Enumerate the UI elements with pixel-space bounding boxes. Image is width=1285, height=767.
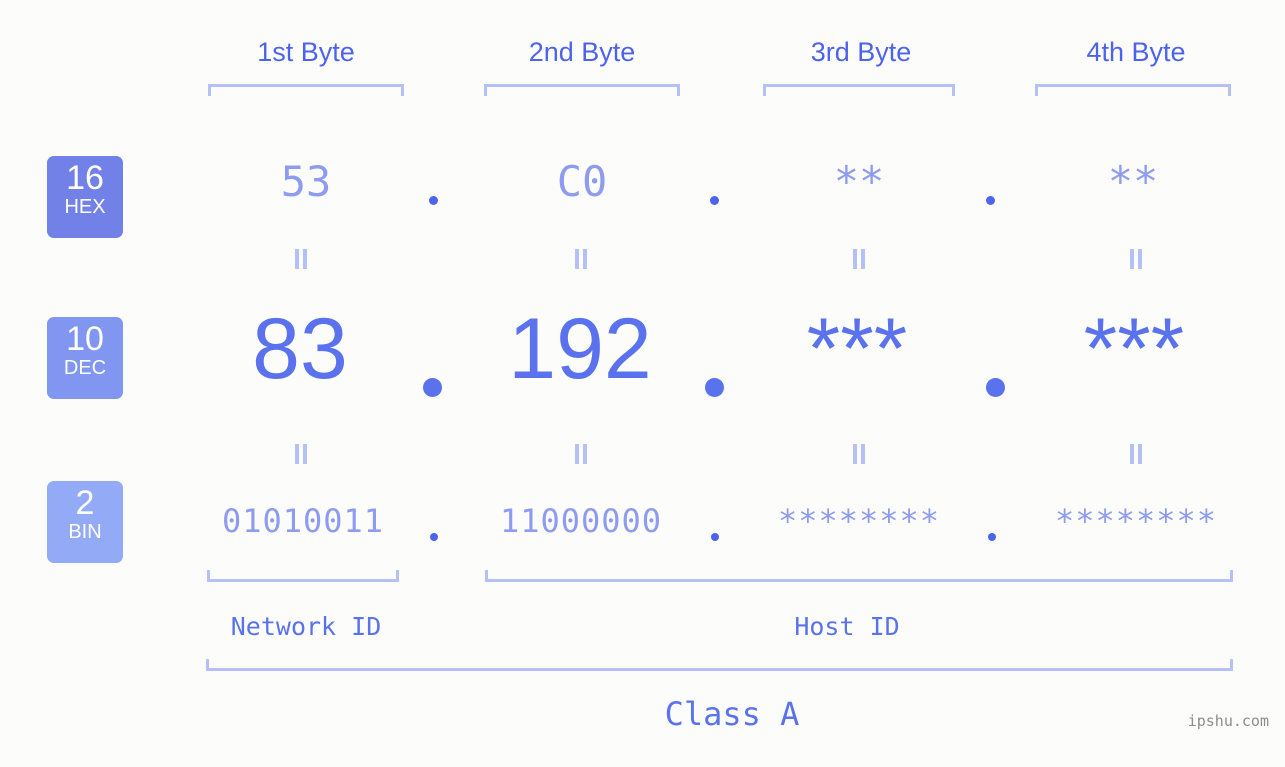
equals-symbol-hex-dec-4	[1128, 249, 1144, 269]
hex-byte-value-4: **	[1107, 157, 1159, 206]
byte-header-label-2: 2nd Byte	[528, 37, 636, 67]
byte-bracket-4	[1035, 84, 1231, 96]
dec-byte-value-3: ***	[806, 301, 908, 397]
dec-byte-value-2: 192	[508, 301, 652, 397]
byte-header-label-1: 1st Byte	[257, 37, 355, 67]
equals-symbol-hex-dec-1	[293, 249, 309, 269]
dec-separator-dot-1	[423, 378, 442, 397]
byte-header-label-4: 4th Byte	[1086, 37, 1186, 67]
bin-byte-value-3: ********	[777, 502, 941, 540]
dec-separator-dot-3	[986, 378, 1005, 397]
base-badge-bin-number: 2	[75, 484, 95, 522]
dec-byte-value-4: ***	[1083, 301, 1185, 397]
hex-separator-dot-3	[986, 196, 995, 205]
base-badge-dec: 10 DEC	[47, 317, 123, 399]
hex-separator-dot-2	[710, 196, 719, 205]
watermark: ipshu.com	[1187, 712, 1269, 730]
hex-byte-value-2: C0	[556, 157, 608, 206]
bin-byte-value-4: ********	[1054, 502, 1218, 540]
equals-symbol-dec-bin-1	[293, 444, 309, 464]
dec-byte-value-1: 83	[252, 301, 348, 397]
equals-symbol-dec-bin-2	[573, 444, 589, 464]
equals-symbol-dec-bin-4	[1128, 444, 1144, 464]
byte-bracket-2	[484, 84, 680, 96]
host-id-label: Host ID	[794, 612, 900, 641]
bin-byte-value-2: 11000000	[499, 502, 663, 540]
base-badge-bin-abbr: BIN	[68, 521, 102, 543]
dec-separator-dot-2	[705, 378, 724, 397]
bin-separator-dot-3	[988, 533, 996, 541]
hex-byte-value-1: 53	[280, 157, 332, 206]
hex-byte-value-3: **	[833, 157, 885, 206]
byte-header-label-3: 3rd Byte	[810, 37, 912, 67]
bin-separator-dot-1	[430, 533, 438, 541]
base-badge-hex-number: 16	[66, 159, 104, 197]
base-badge-dec-number: 10	[66, 320, 104, 358]
bin-separator-dot-2	[711, 533, 719, 541]
host-id-bracket	[485, 570, 1233, 582]
equals-symbol-hex-dec-2	[573, 249, 589, 269]
equals-symbol-hex-dec-3	[851, 249, 867, 269]
hex-separator-dot-1	[429, 196, 438, 205]
base-badge-bin: 2 BIN	[47, 481, 123, 563]
network-id-label: Network ID	[230, 612, 382, 641]
class-bracket	[206, 659, 1233, 671]
class-label: Class A	[664, 695, 800, 733]
base-badge-hex: 16 HEX	[47, 156, 123, 238]
base-badge-dec-abbr: DEC	[63, 357, 107, 379]
byte-bracket-3	[763, 84, 955, 96]
base-badge-hex-abbr: HEX	[64, 196, 106, 218]
network-id-bracket	[207, 570, 399, 582]
bin-byte-value-1: 01010011	[221, 502, 385, 540]
equals-symbol-dec-bin-3	[851, 444, 867, 464]
ip-address-breakdown-diagram: 1st Byte 2nd Byte 3rd Byte 4th Byte 16 H…	[0, 0, 1285, 767]
byte-bracket-1	[208, 84, 404, 96]
